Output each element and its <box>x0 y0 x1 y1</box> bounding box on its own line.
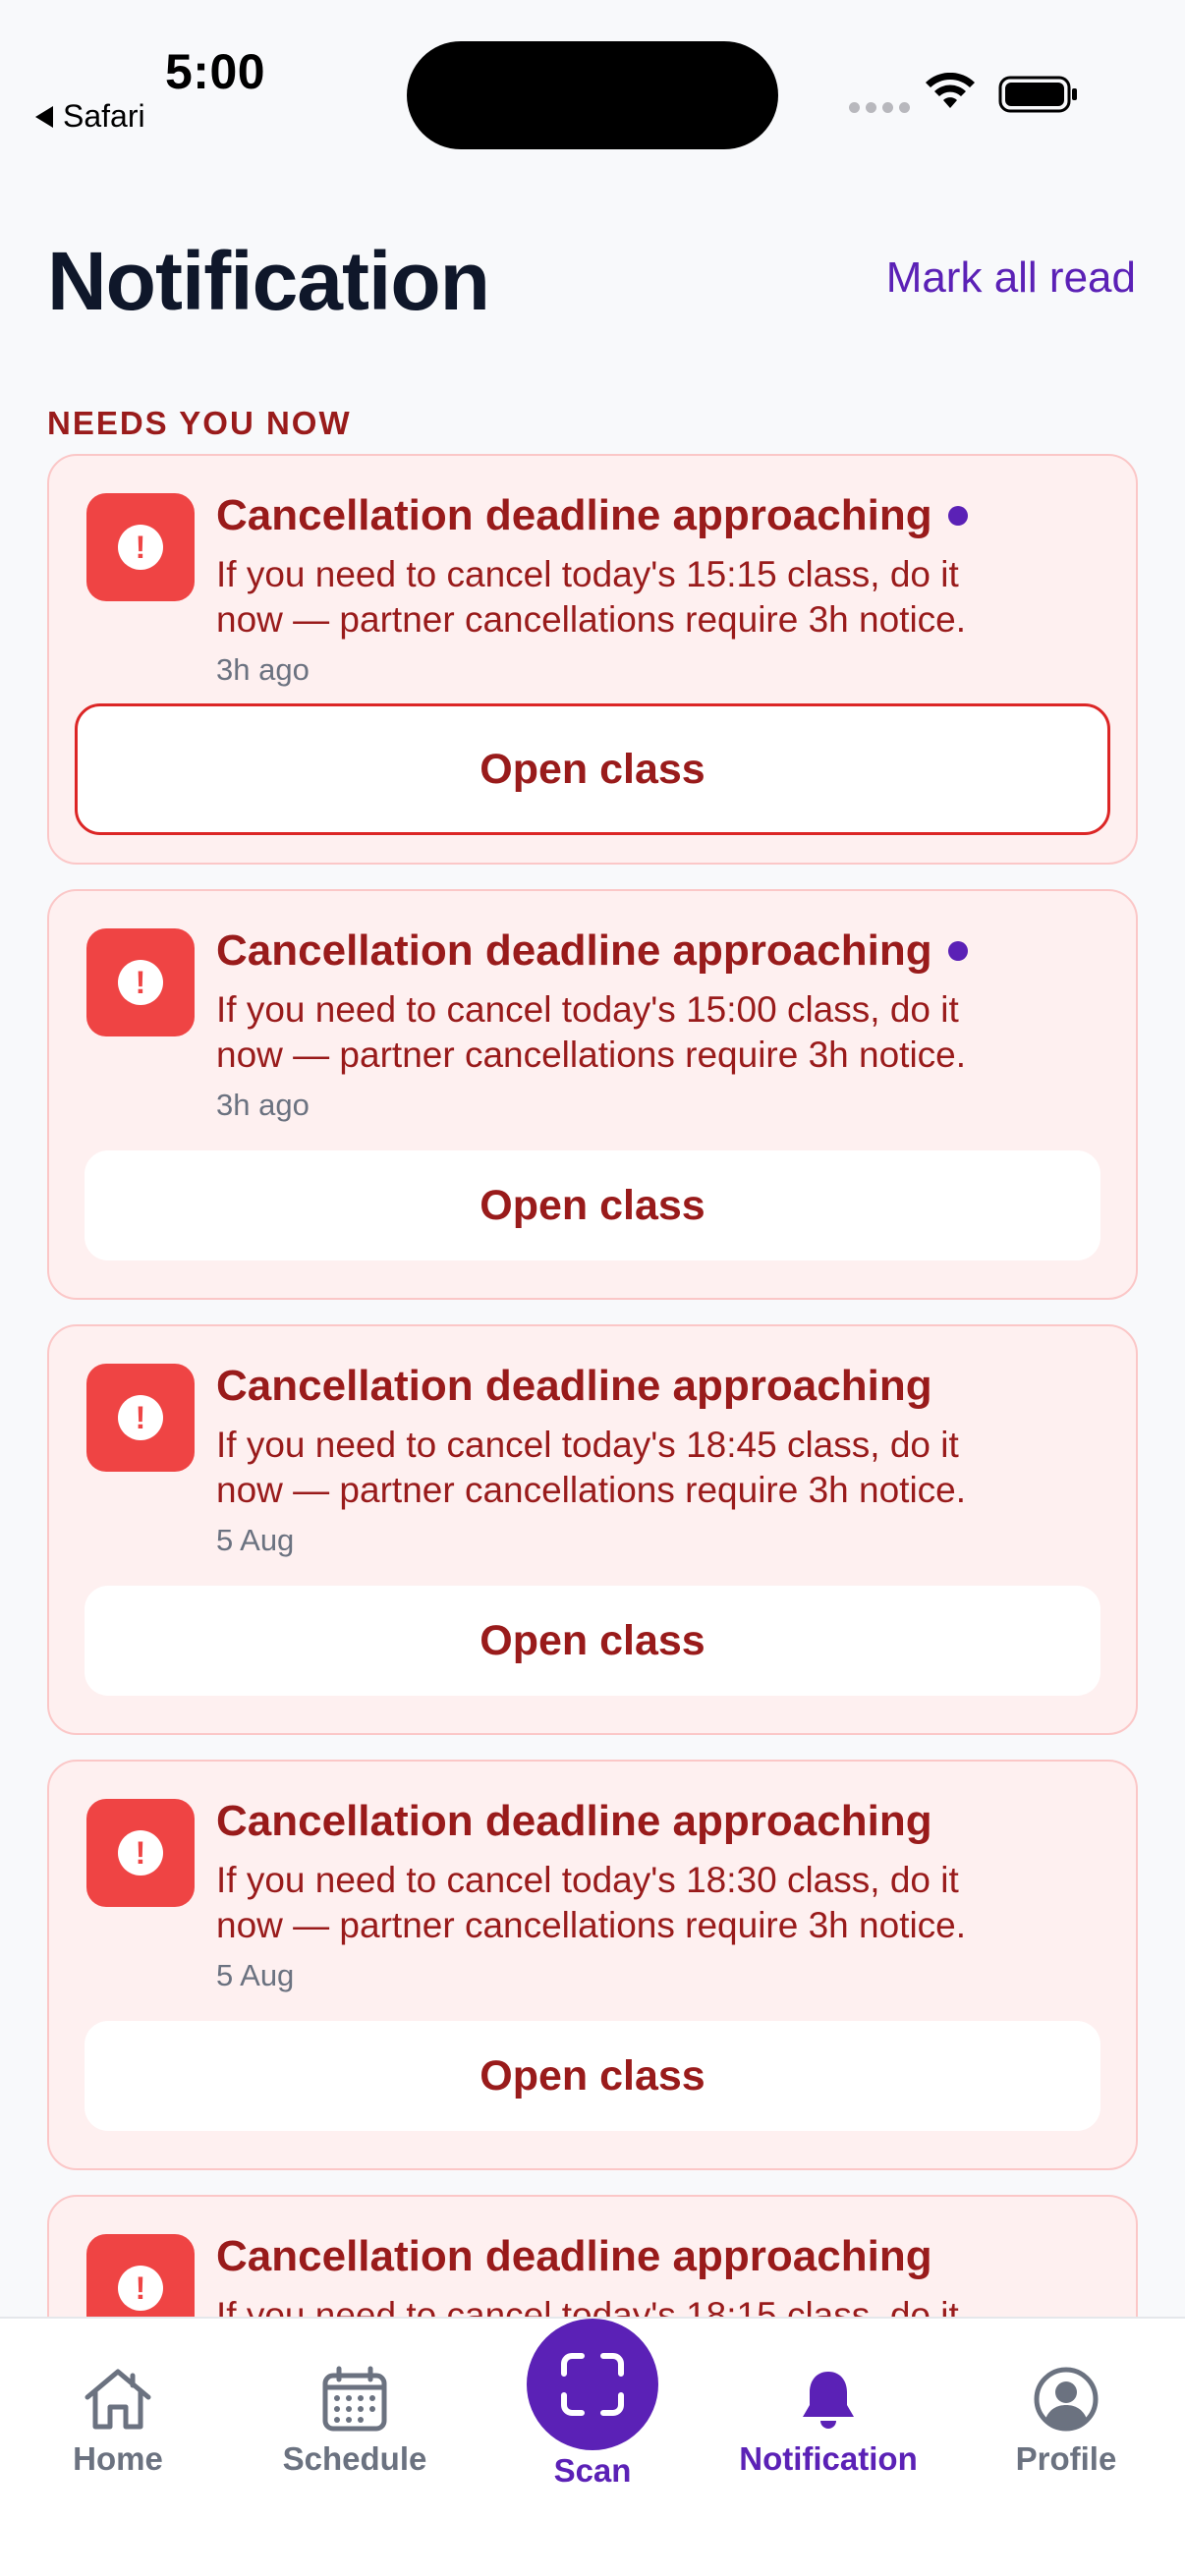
status-time: 5:00 <box>165 44 266 99</box>
body-line: now — partner cancellations require 3h n… <box>216 1905 967 1945</box>
tab-label: Profile <box>1015 2440 1117 2477</box>
notification-time: 3h ago <box>216 652 310 687</box>
notification-card: ! Cancellation deadline approaching If y… <box>47 454 1138 865</box>
notification-body: If you need to cancel today's 18:30 clas… <box>216 1858 1100 1948</box>
notification-card: ! Cancellation deadline approaching If y… <box>47 1760 1138 2170</box>
calendar-icon <box>322 2366 387 2432</box>
status-bar: 5:00 Safari <box>0 0 1185 157</box>
tab-profile[interactable]: Profile <box>958 2366 1174 2478</box>
alert-icon: ! <box>86 1364 195 1472</box>
scan-icon <box>561 2353 624 2416</box>
body-line: If you need to cancel today's 15:00 clas… <box>216 989 959 1030</box>
tab-notification[interactable]: Notification <box>720 2366 936 2478</box>
dynamic-island <box>407 41 778 149</box>
section-label: NEEDS YOU NOW <box>47 405 352 441</box>
body-line: now — partner cancellations require 3h n… <box>216 599 967 640</box>
mark-all-read-button[interactable]: Mark all read <box>886 253 1136 303</box>
open-class-button[interactable]: Open class <box>75 703 1110 835</box>
bell-icon <box>803 2372 854 2429</box>
notification-title: Cancellation deadline approaching <box>216 926 968 976</box>
notification-card: ! Cancellation deadline approaching If y… <box>47 1324 1138 1735</box>
page-title: Notification <box>47 235 490 327</box>
notification-time: 5 Aug <box>216 1523 295 1557</box>
notification-time: 5 Aug <box>216 1958 295 1992</box>
back-app-label: Safari <box>63 98 145 134</box>
notification-card: ! Cancellation deadline approaching If y… <box>47 889 1138 1300</box>
battery-icon <box>998 76 1077 113</box>
notification-body: If you need to cancel today's 15:15 clas… <box>216 552 1100 643</box>
open-class-button[interactable]: Open class <box>85 2021 1100 2131</box>
tab-label: Notification <box>739 2440 918 2477</box>
body-line: now — partner cancellations require 3h n… <box>216 1035 967 1075</box>
body-line: If you need to cancel today's 15:15 clas… <box>216 554 959 594</box>
alert-icon: ! <box>86 493 195 601</box>
notification-title: Cancellation deadline approaching <box>216 491 968 540</box>
body-line: If you need to cancel today's 18:30 clas… <box>216 1860 959 1900</box>
notification-body: If you need to cancel today's 15:00 clas… <box>216 987 1100 1078</box>
unread-dot-icon <box>947 941 968 961</box>
unread-dot-icon <box>947 506 968 526</box>
signal-dots-icon <box>849 102 910 113</box>
wifi-icon <box>926 73 975 108</box>
notification-title: Cancellation deadline approaching <box>216 1797 932 1846</box>
open-class-button[interactable]: Open class <box>85 1150 1100 1260</box>
notification-time: 3h ago <box>216 1088 310 1122</box>
notification-title: Cancellation deadline approaching <box>216 2232 932 2281</box>
notification-title: Cancellation deadline approaching <box>216 1362 932 1411</box>
tab-scan[interactable] <box>527 2319 658 2450</box>
notification-body: If you need to cancel today's 18:45 clas… <box>216 1423 1100 1513</box>
body-line: now — partner cancellations require 3h n… <box>216 1470 967 1510</box>
alert-icon: ! <box>86 928 195 1036</box>
notifications-screen: 5:00 Safari Notification Mark all read N… <box>0 0 1185 2576</box>
back-to-app-button[interactable]: Safari <box>35 98 145 135</box>
profile-icon <box>1034 2367 1099 2432</box>
notification-title-text: Cancellation deadline approaching <box>216 1362 932 1410</box>
notification-title-text: Cancellation deadline approaching <box>216 491 932 539</box>
notification-title-text: Cancellation deadline approaching <box>216 926 932 975</box>
open-class-button[interactable]: Open class <box>85 1586 1100 1696</box>
body-line: If you need to cancel today's 18:45 clas… <box>216 1425 959 1465</box>
notification-title-text: Cancellation deadline approaching <box>216 2232 932 2280</box>
alert-icon: ! <box>86 1799 195 1907</box>
home-icon <box>85 2369 151 2430</box>
back-caret-icon <box>35 105 53 128</box>
notification-title-text: Cancellation deadline approaching <box>216 1797 932 1845</box>
